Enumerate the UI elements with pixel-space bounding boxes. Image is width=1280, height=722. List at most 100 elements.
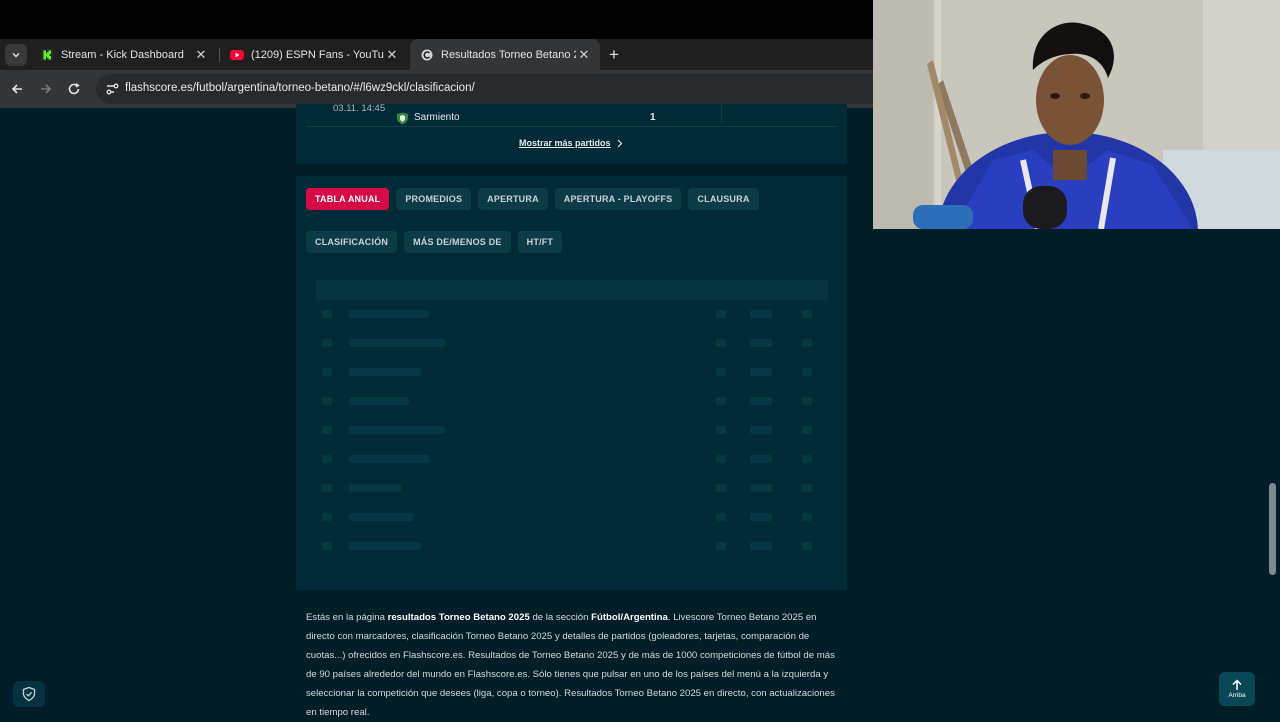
skeleton-bar [802,339,812,347]
skeleton-bar [716,426,726,434]
skeleton-bar [322,339,332,347]
kick-icon [40,48,54,62]
tab-title: Stream - Kick Dashboard [61,48,184,61]
skeleton-bar [716,455,726,463]
webcam-overlay [873,0,1280,229]
skeleton-bar [349,368,421,376]
skeleton-bar [750,513,772,521]
tab-mas-menos-de[interactable]: MÁS DE/MENOS DE [404,231,511,253]
skeleton-bar [322,368,332,376]
reload-button[interactable] [64,79,84,99]
back-to-top-button[interactable]: Arriba [1219,672,1255,706]
standings-subtabs: CLASIFICACIÓN MÁS DE/MENOS DE HT/FT [306,231,563,253]
skeleton-bar [322,397,332,405]
skeleton-row [316,387,828,416]
tab-tabla-anual[interactable]: TABLA ANUAL [306,188,390,210]
skeleton-bar [802,513,812,521]
skeleton-row [316,503,828,532]
skeleton-bar [802,455,812,463]
skeleton-bar [349,426,445,434]
back-to-top-label: Arriba [1228,692,1246,699]
site-settings-icon[interactable] [104,81,120,97]
skeleton-bar [802,368,812,376]
tab-clausura[interactable]: CLAUSURA [688,188,759,210]
url-text: flashscore.es/futbol/argentina/torneo-be… [125,82,475,94]
tab-clasificacion[interactable]: CLASIFICACIÓN [306,231,398,253]
standings-card: TABLA ANUAL PROMEDIOS APERTURA APERTURA … [296,176,847,590]
tab-bar: Stream - Kick Dashboard ✕ (1209) ESPN Fa… [0,39,873,70]
skeleton-bar [750,426,772,434]
skeleton-bar [802,426,812,434]
skeleton-bar [349,455,429,463]
arrow-up-icon [1232,679,1242,690]
browser-toolbar: flashscore.es/futbol/argentina/torneo-be… [0,70,886,108]
skeleton-row [316,532,828,561]
close-icon[interactable]: ✕ [193,47,209,63]
skeleton-bar [750,310,772,318]
tab-apertura[interactable]: APERTURA [478,188,548,210]
skeleton-bar [750,368,772,376]
back-button[interactable] [7,79,27,99]
skeleton-row [316,358,828,387]
skeleton-bar [716,513,726,521]
address-bar[interactable]: flashscore.es/futbol/argentina/torneo-be… [96,74,886,104]
skeleton-bar [716,397,726,405]
arrow-right-icon [41,84,52,94]
team-crest-icon [397,112,408,125]
tab-flashscore[interactable]: Resultados Torneo Betano 2025 ✕ [410,39,600,70]
privacy-shield-button[interactable] [13,681,45,707]
skeleton-bar [750,455,772,463]
show-more-matches-link[interactable]: Mostrar más partidos [519,138,623,148]
youtube-icon [230,48,244,62]
skeleton-row [316,329,828,358]
title-bar [0,0,873,39]
skeleton-row [316,474,828,503]
divider [721,104,722,123]
tab-apertura-playoffs[interactable]: APERTURA - PLAYOFFS [554,188,682,210]
skeleton-bar [349,397,409,405]
tab-promedios[interactable]: PROMEDIOS [396,188,472,210]
skeleton-row [316,300,828,329]
tab-title: Resultados Torneo Betano 2025 [441,48,576,61]
skeleton-bar [750,484,772,492]
skeleton-bar [349,339,445,347]
skeleton-bar [716,484,726,492]
chevron-right-icon [617,139,622,147]
tab-youtube[interactable]: (1209) ESPN Fans - YouTube ✕ [220,39,408,70]
tab-search-button[interactable] [5,44,27,66]
close-icon[interactable]: ✕ [384,47,400,63]
new-tab-button[interactable]: + [604,45,624,65]
skeleton-bar [750,542,772,550]
tab-kick[interactable]: Stream - Kick Dashboard ✕ [30,39,217,70]
standings-table-skeleton [316,280,828,561]
skeleton-bar [802,542,812,550]
reload-icon [68,82,80,95]
skeleton-header [316,280,828,300]
skeleton-bar [802,310,812,318]
skeleton-bar [322,513,332,521]
skeleton-bar [349,542,421,550]
skeleton-bar [322,484,332,492]
shield-check-icon [22,686,36,702]
scrollbar-thumb[interactable] [1269,483,1276,575]
skeleton-bar [349,310,429,318]
skeleton-row [316,445,828,474]
skeleton-bar [322,455,332,463]
close-icon[interactable]: ✕ [576,47,592,63]
tab-title: (1209) ESPN Fans - YouTube [251,48,384,61]
forward-button[interactable] [36,79,56,99]
tab-ht-ft[interactable]: HT/FT [517,231,563,253]
skeleton-bar [802,484,812,492]
team-score: 1 [650,112,656,123]
skeleton-bar [716,339,726,347]
match-card: 03.11. 14:45 Sarmiento 1 Mostrar más par… [296,103,847,164]
match-time: 03.11. 14:45 [333,103,386,114]
skeleton-bar [322,426,332,434]
flashscore-icon [420,48,434,62]
skeleton-bar [716,368,726,376]
skeleton-row [316,416,828,445]
webcam-image [873,0,1280,229]
skeleton-bar [802,397,812,405]
team-name: Sarmiento [414,112,460,123]
chevron-down-icon [12,52,20,58]
